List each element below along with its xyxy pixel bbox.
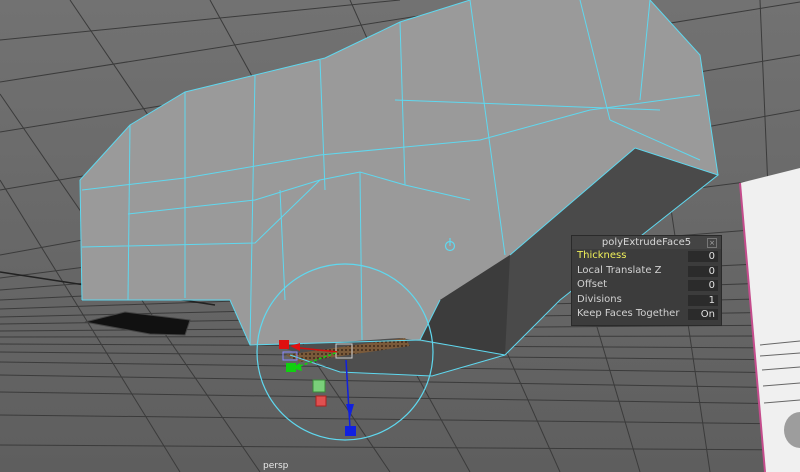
attribute-row-keep-faces-together[interactable]: Keep Faces Together On [572, 307, 721, 322]
panel-title-text: polyExtrudeFace5 [601, 237, 692, 248]
attribute-label: Divisions [577, 293, 622, 305]
attribute-label: Local Translate Z [577, 264, 662, 276]
close-icon[interactable]: × [707, 238, 717, 248]
attribute-row-thickness[interactable]: Thickness 0 [572, 249, 721, 264]
attribute-label: Thickness [577, 250, 627, 261]
attribute-label: Keep Faces Together [577, 308, 680, 319]
attribute-row-divisions[interactable]: Divisions 1 [572, 293, 721, 308]
attribute-value-field[interactable]: 0 [688, 265, 718, 277]
attribute-value-field[interactable]: 1 [688, 294, 718, 306]
attribute-label: Offset [577, 279, 608, 290]
attribute-value-field[interactable]: On [688, 309, 718, 320]
attribute-value-field[interactable]: 0 [688, 280, 718, 291]
attribute-row-offset[interactable]: Offset 0 [572, 278, 721, 293]
maya-perspective-viewport[interactable]: polyExtrudeFace5 × Thickness 0 Local Tra… [0, 0, 800, 472]
camera-name-label: persp [263, 461, 289, 471]
in-view-editor-panel[interactable]: polyExtrudeFace5 × Thickness 0 Local Tra… [571, 235, 722, 326]
attribute-row-local-translate-z[interactable]: Local Translate Z 0 [572, 264, 721, 279]
attribute-value-field[interactable]: 0 [688, 251, 718, 262]
panel-title: polyExtrudeFace5 × [572, 236, 721, 249]
